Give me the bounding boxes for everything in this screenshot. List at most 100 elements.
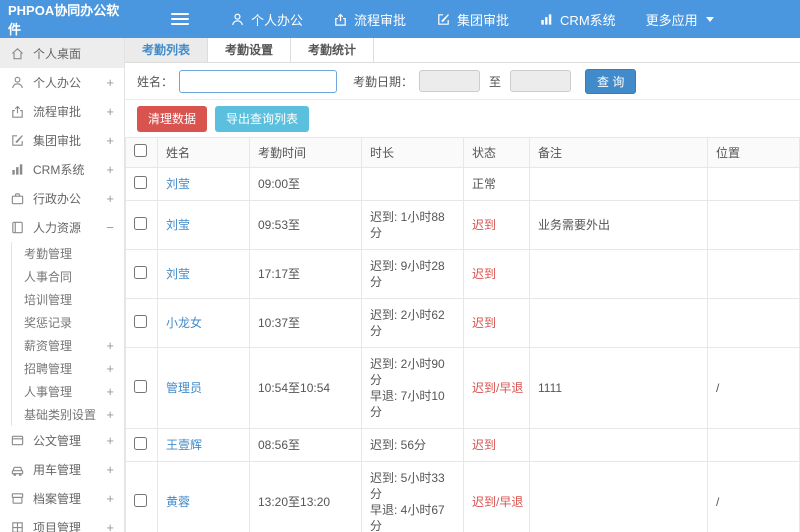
attendance-table-wrap: 姓名 考勤时间 时长 状态 备注 位置 刘莹 09:00至 正常 刘莹 09:5… bbox=[125, 137, 800, 532]
sidebar-submenu-hr: 考勤管理 人事合同 培训管理 奖惩记录 薪资管理 + 招聘管理 + 人事管理 + 基础… bbox=[11, 242, 124, 426]
sidebar-item-base-category[interactable]: 基础类别设置 + bbox=[12, 403, 124, 426]
date-label: 考勤日期： bbox=[353, 74, 414, 89]
date-start-input[interactable] bbox=[419, 70, 481, 92]
expand-plus-icon[interactable]: + bbox=[106, 407, 114, 422]
row-checkbox[interactable] bbox=[134, 216, 147, 230]
expand-plus-icon[interactable]: + bbox=[106, 361, 114, 376]
upload-icon bbox=[333, 12, 348, 27]
status-badge: 迟到 bbox=[472, 267, 497, 281]
collapse-minus-icon[interactable]: − bbox=[106, 220, 114, 235]
nav-label: 集团审批 bbox=[457, 12, 510, 28]
sidebar-item-recruit-mgmt[interactable]: 招聘管理 + bbox=[12, 357, 124, 380]
to-label: 至 bbox=[489, 74, 502, 89]
expand-plus-icon[interactable]: + bbox=[106, 491, 114, 506]
table-row: 小龙女 10:37至 迟到: 2小时62分 迟到 bbox=[125, 298, 800, 348]
sidebar-item-personal-office[interactable]: 个人办公 + bbox=[0, 68, 124, 97]
nav-label: 更多应用 bbox=[645, 12, 698, 28]
row-checkbox[interactable] bbox=[134, 379, 147, 393]
row-checkbox[interactable] bbox=[134, 436, 147, 450]
expand-plus-icon[interactable]: + bbox=[106, 162, 114, 177]
employee-name-link[interactable]: 小龙女 bbox=[166, 316, 202, 330]
nav-item-personal-office[interactable]: 个人办公 bbox=[215, 0, 318, 38]
top-nav: 个人办公 流程审批 集团审批 CRM系统 更多应用 bbox=[215, 0, 729, 38]
sidebar-item-crm[interactable]: CRM系统 + bbox=[0, 155, 124, 184]
duration-line1: 迟到: 2小时90分 bbox=[370, 357, 445, 387]
mail-icon bbox=[10, 433, 25, 448]
sidebar-item-group-approval[interactable]: 集团审批 + bbox=[0, 126, 124, 155]
table-row: 管理员 10:54至10:54 迟到: 2小时90分 早退: 7小时10分 迟到/… bbox=[125, 347, 800, 429]
tab-attendance-list[interactable]: 考勤列表 bbox=[125, 38, 209, 62]
sidebar-item-reward-record[interactable]: 奖惩记录 bbox=[12, 311, 124, 334]
nav-label: 流程审批 bbox=[354, 12, 407, 28]
expand-plus-icon[interactable]: + bbox=[106, 104, 114, 119]
search-button[interactable]: 查 询 bbox=[585, 68, 637, 94]
sidebar-item-project-mgmt[interactable]: 项目管理 + bbox=[0, 513, 124, 532]
expand-plus-icon[interactable]: + bbox=[106, 462, 114, 477]
expand-plus-icon[interactable]: + bbox=[106, 433, 114, 448]
caret-down-icon bbox=[705, 16, 714, 22]
sidebar-item-hr[interactable]: 人力资源 − bbox=[0, 213, 124, 242]
sidebar-item-label: 个人办公 bbox=[33, 76, 82, 90]
note-cell: 业务需要外出 bbox=[529, 200, 708, 250]
expand-plus-icon[interactable]: + bbox=[106, 75, 114, 90]
employee-name-link[interactable]: 黄蓉 bbox=[166, 495, 190, 509]
sidebar-item-label: 公文管理 bbox=[33, 434, 82, 448]
expand-plus-icon[interactable]: + bbox=[106, 338, 114, 353]
row-checkbox[interactable] bbox=[134, 175, 147, 189]
duration-line1: 迟到: 9小时28分 bbox=[370, 259, 445, 289]
row-checkbox[interactable] bbox=[134, 314, 147, 328]
sidebar-item-salary-mgmt[interactable]: 薪资管理 + bbox=[12, 334, 124, 357]
attendance-time: 09:00至 bbox=[249, 167, 362, 201]
hamburger-icon[interactable] bbox=[171, 13, 189, 25]
nav-item-process-approval[interactable]: 流程审批 bbox=[318, 0, 421, 38]
row-checkbox[interactable] bbox=[134, 493, 147, 507]
sidebar-item-vehicle-mgmt[interactable]: 用车管理 + bbox=[0, 455, 124, 484]
note-cell bbox=[529, 249, 708, 299]
nav-item-crm[interactable]: CRM系统 bbox=[524, 0, 631, 38]
expand-plus-icon[interactable]: + bbox=[106, 191, 114, 206]
sidebar-item-desktop[interactable]: 个人桌面 bbox=[0, 38, 124, 68]
row-checkbox[interactable] bbox=[134, 265, 147, 279]
nav-item-more-apps[interactable]: 更多应用 bbox=[631, 0, 729, 38]
duration-line2: 早退: 7小时10分 bbox=[370, 389, 445, 419]
expand-plus-icon[interactable]: + bbox=[106, 384, 114, 399]
expand-plus-icon[interactable]: + bbox=[106, 133, 114, 148]
export-list-button[interactable]: 导出查询列表 bbox=[215, 105, 310, 132]
sidebar-item-process-approval[interactable]: 流程审批 + bbox=[0, 97, 124, 126]
expand-plus-icon[interactable]: + bbox=[106, 520, 114, 532]
sidebar-item-document-mgmt[interactable]: 公文管理 + bbox=[0, 426, 124, 455]
name-input[interactable] bbox=[179, 69, 338, 93]
date-end-input[interactable] bbox=[510, 70, 572, 92]
attendance-table: 姓名 考勤时间 时长 状态 备注 位置 刘莹 09:00至 正常 刘莹 09:5… bbox=[125, 137, 800, 532]
nav-item-group-approval[interactable]: 集团审批 bbox=[421, 0, 524, 38]
sidebar-item-label: 考勤管理 bbox=[24, 247, 73, 261]
employee-name-link[interactable]: 刘莹 bbox=[166, 267, 190, 281]
col-header-status: 状态 bbox=[463, 137, 530, 168]
sidebar-item-label: 个人桌面 bbox=[33, 46, 82, 61]
sidebar-item-hr-contract[interactable]: 人事合同 bbox=[12, 265, 124, 288]
duration-line1: 迟到: 56分 bbox=[370, 438, 427, 452]
select-all-checkbox[interactable] bbox=[134, 144, 147, 157]
nav-label: CRM系统 bbox=[560, 12, 616, 28]
employee-name-link[interactable]: 管理员 bbox=[166, 381, 202, 395]
sidebar-item-label: 流程审批 bbox=[33, 105, 82, 119]
sidebar-item-attendance-mgmt[interactable]: 考勤管理 bbox=[12, 242, 124, 265]
employee-name-link[interactable]: 刘莹 bbox=[166, 177, 190, 191]
tab-attendance-settings[interactable]: 考勤设置 bbox=[208, 38, 292, 62]
employee-name-link[interactable]: 王壹辉 bbox=[166, 438, 202, 452]
sidebar-item-label: 人事管理 bbox=[24, 385, 73, 399]
tab-attendance-stats[interactable]: 考勤统计 bbox=[291, 38, 375, 62]
sidebar-item-admin-office[interactable]: 行政办公 + bbox=[0, 184, 124, 213]
clean-data-button[interactable]: 清理数据 bbox=[137, 105, 208, 132]
sidebar-item-label: 薪资管理 bbox=[24, 339, 73, 353]
sidebar-item-archive-mgmt[interactable]: 档案管理 + bbox=[0, 484, 124, 513]
employee-name-link[interactable]: 刘莹 bbox=[166, 218, 190, 232]
sidebar-item-personnel-mgmt[interactable]: 人事管理 + bbox=[12, 380, 124, 403]
duration-line1: 迟到: 5小时33分 bbox=[370, 471, 445, 501]
col-header-name: 姓名 bbox=[157, 137, 250, 168]
sidebar-item-training-mgmt[interactable]: 培训管理 bbox=[12, 288, 124, 311]
status-badge: 迟到 bbox=[472, 218, 497, 232]
table-row: 黄蓉 13:20至13:20 迟到: 5小时33分 早退: 4小时67分 迟到/早… bbox=[125, 461, 800, 532]
status-badge: 正常 bbox=[472, 177, 497, 191]
sidebar-item-label: 基础类别设置 bbox=[24, 408, 97, 422]
